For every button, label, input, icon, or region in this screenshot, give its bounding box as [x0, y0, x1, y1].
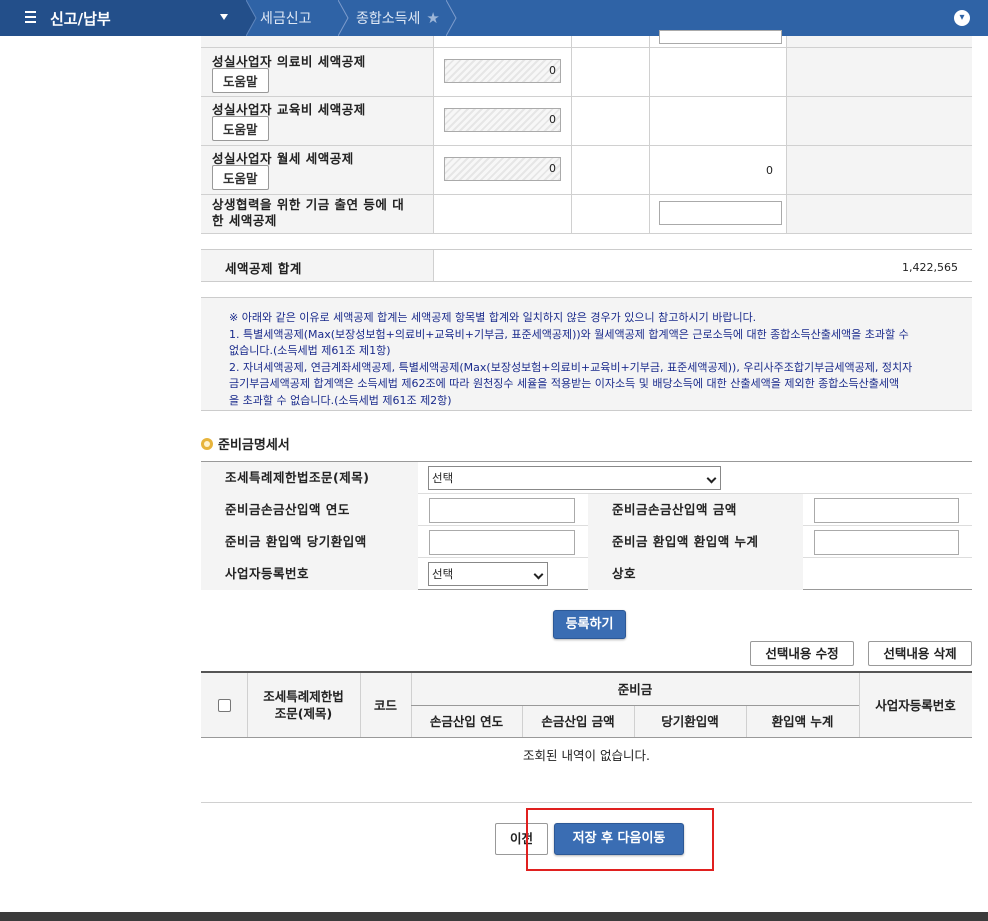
- breadcrumb-tax-filing[interactable]: 세금신고: [260, 0, 312, 36]
- law-article-select-value: 선택: [432, 471, 454, 485]
- hamburger-icon: [25, 11, 36, 24]
- notice-line: 을 초과할 수 없습니다.(소득세법 제61조 제2항): [229, 393, 452, 407]
- register-button[interactable]: 등록하기: [553, 610, 626, 639]
- notice-line: 없습니다.(소득세법 제61조 제1항): [229, 344, 391, 357]
- law-article-label: 조세특례제한법조문(제목): [201, 462, 418, 494]
- rent-credit-amount: 0: [444, 157, 561, 181]
- business-number-label: 사업자등록번호: [201, 558, 418, 590]
- cumulative-refund-input[interactable]: [814, 530, 959, 555]
- menu-title: 신고/납부: [50, 9, 111, 28]
- company-name-label: 상호: [588, 558, 803, 590]
- bullet-icon: [201, 437, 213, 450]
- law-article-select[interactable]: 선택: [428, 466, 721, 490]
- breadcrumb-income-tax[interactable]: 종합소득세 ★: [356, 0, 440, 36]
- col-law-article: 조세특례제한법 조문(제목): [247, 673, 360, 737]
- col-amount: 손금산입 금액: [541, 714, 615, 729]
- business-number-select[interactable]: 선택: [428, 562, 548, 586]
- credit-total-value: 1,422,565: [902, 261, 958, 274]
- edit-selected-button[interactable]: 선택내용 수정: [750, 641, 854, 666]
- medical-credit-amount: 0: [444, 59, 561, 83]
- business-number-select-value: 선택: [432, 567, 454, 581]
- current-refund-input[interactable]: [429, 530, 575, 555]
- select-all-checkbox[interactable]: [218, 699, 231, 712]
- notice-line: 금기부금세액공제 합계액은 소득세법 제62조에 따라 원천징수 세율을 적용받…: [229, 377, 900, 390]
- education-credit-amount: 0: [444, 108, 561, 132]
- col-law-article-line1: 조세특례제한법: [263, 689, 344, 704]
- col-law-article-line2: 조문(제목): [274, 706, 333, 721]
- delete-selected-button[interactable]: 선택내용 삭제: [868, 641, 972, 666]
- credit-total-row: 세액공제 합계 1,422,565: [201, 249, 972, 282]
- breadcrumb-separator-icon: [446, 0, 457, 36]
- current-refund-label: 준비금 환입액 당기환입액: [201, 526, 418, 558]
- notice-line: ※ 아래와 같은 이유로 세액공제 합계는 세액공제 항목별 합계와 일치하지 …: [229, 311, 757, 324]
- main-menu-button[interactable]: 신고/납부: [0, 0, 246, 36]
- collapse-chevron-icon[interactable]: ▾: [954, 10, 970, 26]
- reserve-list-header: 조세특례제한법 조문(제목) 코드 준비금 손금산입 연도 손금산입 금액 당기…: [201, 673, 972, 738]
- reserve-form: 조세특례제한법조문(제목) 선택 준비금손금산입액 연도 준비금손금산입액 금액…: [201, 461, 972, 590]
- help-button-education[interactable]: 도움말: [212, 116, 269, 141]
- dropdown-arrow-icon[interactable]: [220, 14, 228, 20]
- reserve-year-input[interactable]: [429, 498, 575, 523]
- coop-fund-credit-input[interactable]: [659, 201, 782, 225]
- cumulative-refund-label: 준비금 환입액 환입액 누계: [588, 526, 803, 558]
- credit-total-label: 세액공제 합계: [225, 261, 302, 276]
- page-footer-bar: [0, 912, 988, 921]
- col-year: 손금산입 연도: [429, 714, 504, 729]
- credit-notice-box: ※ 아래와 같은 이유로 세액공제 합계는 세액공제 항목별 합계와 일치하지 …: [201, 297, 972, 411]
- coop-fund-credit-label: 상생협력을 위한 기금 출연 등에 대 한 세액공제: [212, 197, 404, 229]
- reserve-year-label: 준비금손금산입액 연도: [201, 494, 418, 526]
- breadcrumb-income-tax-label: 종합소득세: [356, 11, 421, 27]
- coop-fund-credit-label-line2: 한 세액공제: [212, 213, 277, 228]
- notice-line: 2. 자녀세액공제, 연금계좌세액공제, 특별세액공제(Max(보장성보험+의료…: [229, 360, 913, 374]
- col-reserve-group: 준비금: [617, 681, 653, 697]
- select-arrow-icon: [706, 473, 717, 484]
- coop-fund-credit-label-line1: 상생협력을 위한 기금 출연 등에 대: [212, 197, 405, 212]
- empty-list-message: 조회된 내역이 없습니다.: [523, 748, 650, 763]
- help-button-rent[interactable]: 도움말: [212, 165, 269, 190]
- select-arrow-icon: [533, 569, 544, 580]
- help-button-medical[interactable]: 도움말: [212, 68, 269, 93]
- reserve-amount-label: 준비금손금산입액 금액: [588, 494, 803, 526]
- col-business-number: 사업자등록번호: [875, 697, 956, 713]
- notice-line: 1. 특별세액공제(Max(보장성보험+의료비+교육비+기부금, 표준세액공제)…: [229, 327, 909, 341]
- favorite-star-icon[interactable]: ★: [426, 9, 439, 27]
- reserve-section-title: 준비금명세서: [201, 434, 290, 453]
- reserve-list-table: 조세특례제한법 조문(제목) 코드 준비금 손금산입 연도 손금산입 금액 당기…: [201, 671, 972, 803]
- highlight-box: [526, 808, 714, 871]
- top-navigation-bar: 신고/납부 세금신고 종합소득세 ★ ▾: [0, 0, 988, 36]
- col-current-refund: 당기환입액: [661, 714, 719, 729]
- reserve-section-title-text: 준비금명세서: [218, 438, 290, 453]
- col-cumulative-refund: 환입액 누계: [771, 714, 834, 729]
- reserve-amount-input[interactable]: [814, 498, 959, 523]
- breadcrumb-separator-icon: [338, 0, 349, 36]
- previous-row-input[interactable]: [659, 30, 782, 44]
- col-code: 코드: [373, 697, 397, 713]
- rent-credit-result: 0: [766, 164, 773, 177]
